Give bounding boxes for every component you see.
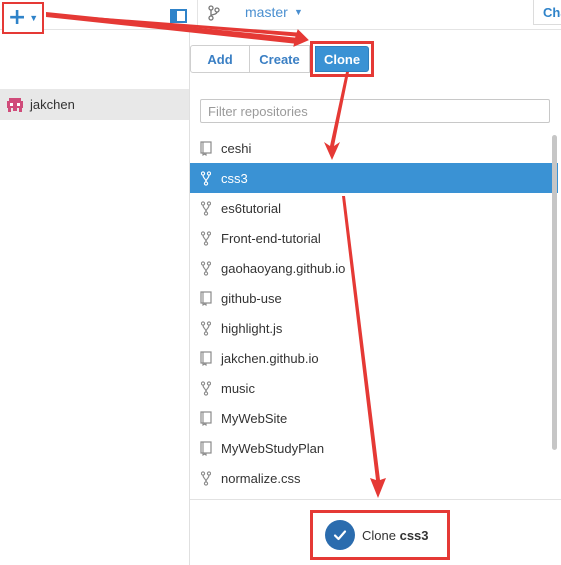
avatar — [7, 97, 23, 112]
list-item[interactable]: MyWebStudyPlan — [190, 433, 558, 463]
repo-icon — [199, 140, 213, 156]
repo-name: gaohaoyang.github.io — [221, 260, 346, 276]
fork-icon — [199, 230, 213, 246]
repo-icon — [199, 350, 213, 366]
tab-add[interactable]: Add — [190, 45, 250, 73]
fork-icon — [199, 470, 213, 486]
list-item[interactable]: github-use — [190, 283, 558, 313]
tab-create[interactable]: Create — [250, 45, 310, 73]
repo-name: highlight.js — [221, 320, 283, 336]
chevron-down-icon[interactable]: ▼ — [294, 7, 303, 17]
sidebar-toggle-icon[interactable] — [170, 9, 187, 23]
list-item[interactable]: jakchen.github.io — [190, 343, 558, 373]
repo-icon — [199, 440, 213, 456]
list-item[interactable]: Front-end-tutorial — [190, 223, 558, 253]
repo-name: github-use — [221, 290, 282, 306]
account-name: jakchen — [30, 97, 75, 112]
top-toolbar: + ▼ master ▼ Changes — [0, 0, 561, 34]
clone-tab-highlight: Clone — [310, 41, 374, 77]
add-menu-button[interactable]: + ▼ — [2, 2, 44, 34]
repo-icon — [199, 290, 213, 306]
list-item[interactable]: css3 — [190, 163, 558, 193]
fork-icon — [199, 380, 213, 396]
repo-name: Front-end-tutorial — [221, 230, 321, 246]
filter-repositories-input[interactable] — [200, 99, 550, 123]
list-item[interactable]: highlight.js — [190, 313, 558, 343]
repo-name: ceshi — [221, 140, 252, 156]
fork-icon — [199, 200, 213, 216]
list-item[interactable]: MyWebSite — [190, 403, 558, 433]
list-item[interactable]: normalize.css — [190, 463, 558, 493]
branch-icon — [208, 5, 220, 25]
branch-selector[interactable]: master — [245, 4, 288, 20]
fork-icon — [199, 170, 213, 186]
caret-down-icon: ▼ — [29, 12, 39, 23]
repo-name: es6tutorial — [221, 200, 281, 216]
repo-icon — [199, 410, 213, 426]
repo-name: MyWebStudyPlan — [221, 440, 325, 456]
plus-icon: + — [7, 5, 27, 30]
fork-icon — [199, 260, 213, 276]
list-item[interactable]: ceshi — [190, 133, 558, 163]
tab-clone[interactable]: Clone — [315, 46, 369, 72]
repo-name: jakchen.github.io — [221, 350, 319, 366]
fork-icon — [199, 320, 213, 336]
list-item[interactable]: music — [190, 373, 558, 403]
clone-button-label: Clone css3 — [362, 527, 429, 543]
scrollbar[interactable] — [552, 135, 557, 450]
repo-name: css3 — [221, 170, 248, 186]
list-item[interactable]: gaohaoyang.github.io — [190, 253, 558, 283]
repository-list: ceshi css3 es6tutorial Front-end-tutorial ga… — [190, 133, 558, 493]
changes-tab[interactable]: Changes — [533, 0, 561, 25]
repo-name: normalize.css — [221, 470, 301, 486]
list-item[interactable]: es6tutorial — [190, 193, 558, 223]
clone-repo-button[interactable]: Clone css3 — [310, 510, 450, 560]
check-icon — [325, 520, 355, 550]
repo-name: music — [221, 380, 255, 396]
sidebar-item-account[interactable]: jakchen — [0, 89, 189, 120]
divider — [197, 0, 198, 30]
repo-name: MyWebSite — [221, 410, 288, 426]
repo-action-tabs: Add Create Clone — [190, 41, 374, 77]
